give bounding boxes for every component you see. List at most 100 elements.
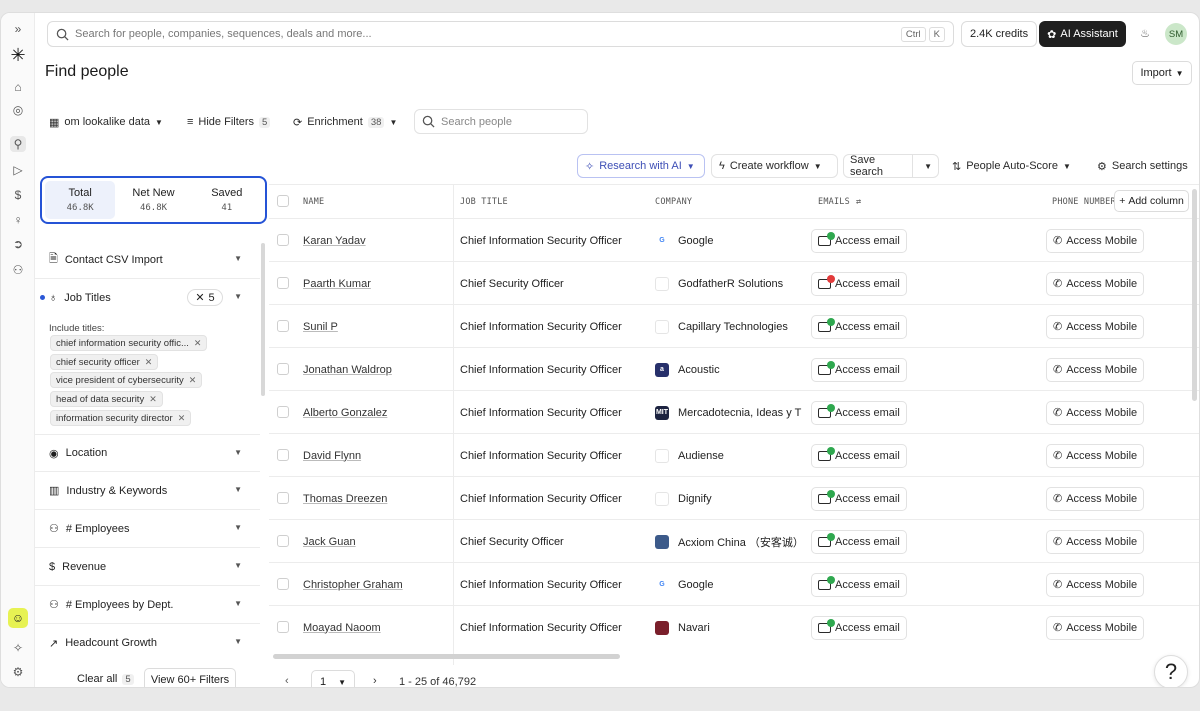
table-row[interactable]: Karan Yadav Chief Information Security O… (269, 218, 1199, 261)
row-checkbox[interactable] (277, 449, 289, 461)
row-checkbox[interactable] (277, 492, 289, 504)
close-icon[interactable]: ✕ (194, 338, 202, 349)
ai-assistant-button[interactable]: ✿ AI Assistant (1039, 21, 1126, 47)
company-name[interactable]: Google (678, 579, 713, 591)
company-name[interactable]: Audiense (678, 450, 724, 462)
close-icon[interactable]: ✕ (149, 394, 157, 405)
globe-icon[interactable]: ◎ (10, 102, 26, 118)
view-more-filters-button[interactable]: View 60+ Filters (144, 668, 236, 687)
integrations-icon[interactable]: ✧ (10, 640, 26, 656)
page-select[interactable]: 1 ▼ (311, 670, 355, 687)
filter-contact-csv[interactable]: 🗎 Contact CSV Import ▼ (35, 241, 260, 279)
person-name[interactable]: David Flynn (303, 450, 361, 462)
access-mobile-button[interactable]: ✆ Access Mobile (1046, 529, 1145, 554)
filters-scrollbar[interactable] (261, 243, 265, 396)
access-mobile-button[interactable]: ✆ Access Mobile (1046, 572, 1145, 597)
company-name[interactable]: Acoustic (678, 364, 720, 376)
save-search-button[interactable]: Save search ▼ (843, 154, 939, 178)
tab-total[interactable]: Total 46.8K (45, 181, 116, 219)
row-checkbox[interactable] (277, 320, 289, 332)
create-workflow-button[interactable]: ϟ Create workflow ▼ (711, 154, 838, 178)
filter-revenue[interactable]: $ Revenue ▼ (35, 548, 260, 586)
dollar-icon[interactable]: $ (10, 187, 26, 203)
access-mobile-button[interactable]: ✆ Access Mobile (1046, 314, 1145, 339)
access-mobile-button[interactable]: ✆ Access Mobile (1046, 400, 1145, 425)
title-chip[interactable]: head of data security ✕ (50, 391, 163, 407)
company-name[interactable]: Capillary Technologies (678, 321, 788, 333)
row-checkbox[interactable] (277, 277, 289, 289)
tab-net-new[interactable]: Net New 46.8K (118, 181, 188, 219)
row-checkbox[interactable] (277, 621, 289, 633)
table-row[interactable]: Moayad Naoom Chief Information Security … (269, 605, 1199, 648)
person-name[interactable]: Sunil P (303, 321, 338, 333)
person-name[interactable]: Jack Guan (303, 536, 356, 548)
row-checkbox[interactable] (277, 234, 289, 246)
access-email-button[interactable]: Access email (811, 486, 907, 511)
table-row[interactable]: Sunil P Chief Information Security Offic… (269, 304, 1199, 347)
person-name[interactable]: Paarth Kumar (303, 278, 371, 290)
access-email-button[interactable]: Access email (811, 443, 907, 468)
avatar[interactable]: SM (1165, 23, 1187, 45)
filter-industry[interactable]: ▥ Industry & Keywords ▼ (35, 472, 260, 510)
access-email-button[interactable]: Access email (811, 228, 907, 253)
search-people-input[interactable]: Search people (414, 109, 588, 134)
title-chip[interactable]: chief information security offic... ✕ (50, 335, 208, 351)
filter-headcount[interactable]: ↗ Headcount Growth ▼ (35, 624, 260, 662)
filter-location[interactable]: ◉ Location ▼ (35, 434, 260, 472)
settings-icon[interactable]: ⚙ (10, 664, 26, 680)
column-header-emails[interactable]: EMAILS ⇄ (818, 185, 861, 218)
global-search-input[interactable]: Search for people, companies, sequences,… (47, 21, 954, 47)
next-page-icon[interactable]: › (373, 675, 377, 687)
access-email-button[interactable]: Access email (811, 572, 907, 597)
access-email-button[interactable]: Access email (811, 271, 907, 296)
person-name[interactable]: Christopher Graham (303, 579, 403, 591)
company-name[interactable]: Navari (678, 622, 710, 634)
title-chip[interactable]: vice president of cybersecurity ✕ (50, 372, 203, 388)
expand-icon[interactable]: » (10, 21, 26, 37)
user-status-icon[interactable]: ☺ (8, 608, 28, 628)
bell-icon[interactable]: ♨ (1137, 25, 1153, 41)
table-row[interactable]: Paarth Kumar Chief Security Officer Godf… (269, 261, 1199, 304)
logo-icon[interactable]: ✳ (10, 45, 26, 65)
sort-icon[interactable]: ⇄ (856, 197, 861, 207)
search-settings-button[interactable]: ⚙ Search settings (1090, 154, 1195, 178)
company-name[interactable]: Mercadotecnia, Ideas y T (678, 407, 801, 419)
table-row[interactable]: Thomas Dreezen Chief Information Securit… (269, 476, 1199, 519)
filter-employees[interactable]: ⚇ # Employees ▼ (35, 510, 260, 548)
row-checkbox[interactable] (277, 406, 289, 418)
home-icon[interactable]: ⌂ (10, 79, 26, 95)
table-vertical-scrollbar[interactable] (1192, 189, 1197, 401)
add-column-button[interactable]: + Add column (1114, 190, 1189, 212)
people-icon[interactable]: ⚇ (10, 262, 26, 278)
credits-button[interactable]: 2.4K credits (961, 21, 1038, 47)
company-name[interactable]: Dignify (678, 493, 712, 505)
hide-filters-button[interactable]: ≡ Hide Filters 5 (187, 112, 271, 132)
column-header-company[interactable]: COMPANY (655, 185, 692, 218)
table-row[interactable]: Christopher Graham Chief Information Sec… (269, 562, 1199, 605)
table-row[interactable]: Jonathan Waldrop Chief Information Secur… (269, 347, 1199, 390)
access-email-button[interactable]: Access email (811, 615, 907, 640)
access-mobile-button[interactable]: ✆ Access Mobile (1046, 486, 1145, 511)
table-row[interactable]: David Flynn Chief Information Security O… (269, 433, 1199, 476)
close-icon[interactable]: ✕ (178, 413, 186, 424)
access-mobile-button[interactable]: ✆ Access Mobile (1046, 357, 1145, 382)
person-name[interactable]: Thomas Dreezen (303, 493, 387, 505)
title-chip[interactable]: chief security officer ✕ (50, 354, 159, 370)
search-icon[interactable]: ⚲ (10, 136, 26, 152)
close-icon[interactable]: ✕ (145, 357, 153, 368)
column-header-name[interactable]: NAME (303, 185, 324, 218)
company-name[interactable]: Acxiom China （安客诚） (678, 534, 804, 550)
person-name[interactable]: Moayad Naoom (303, 622, 381, 634)
clear-all-button[interactable]: Clear all 5 (77, 673, 134, 685)
help-button[interactable]: ? (1154, 655, 1188, 687)
access-email-button[interactable]: Access email (811, 400, 907, 425)
table-horizontal-scrollbar[interactable] (273, 654, 620, 659)
access-mobile-button[interactable]: ✆ Access Mobile (1046, 228, 1145, 253)
chevron-down-icon[interactable]: ▼ (918, 162, 938, 171)
company-name[interactable]: Google (678, 235, 713, 247)
import-button[interactable]: Import ▼ (1132, 61, 1192, 85)
filter-job-titles[interactable]: ♁ Job Titles ▼ (35, 279, 260, 317)
table-row[interactable]: Alberto Gonzalez Chief Information Secur… (269, 390, 1199, 433)
filter-employees-dept[interactable]: ⚇ # Employees by Dept. ▼ (35, 586, 260, 624)
job-titles-clear-chip[interactable]: ✕ 5 (187, 289, 223, 306)
